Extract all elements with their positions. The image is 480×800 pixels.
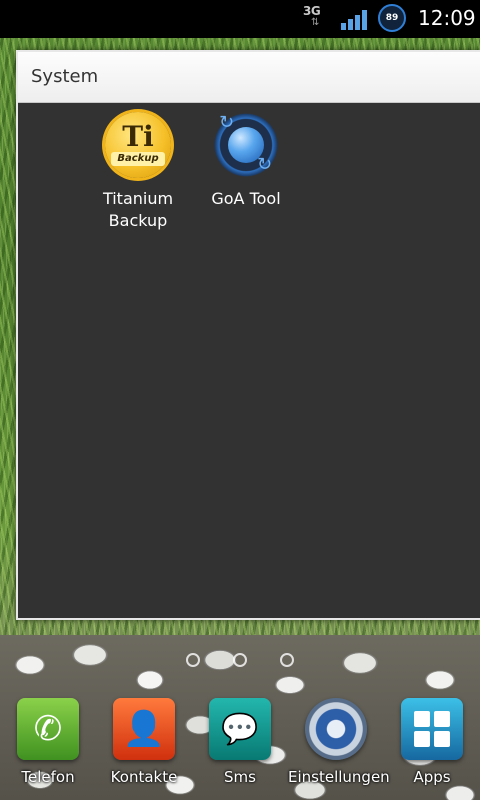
phone-icon[interactable]: ✆: [17, 698, 79, 760]
launcher-dock: ✆ Telefon 👤 Kontakte 💬 Sms Einstellungen…: [0, 690, 480, 800]
dock-item-sms[interactable]: 💬 Sms: [192, 698, 288, 786]
settings-icon[interactable]: [305, 698, 367, 760]
battery-level: 89: [385, 13, 399, 23]
status-bar[interactable]: 3G ⇅ 89 12:09: [0, 0, 480, 38]
app-label: Titanium Backup: [102, 189, 174, 230]
status-clock: 12:09: [418, 6, 476, 30]
dock-item-telefon[interactable]: ✆ Telefon: [0, 698, 96, 786]
apps-grid-icon[interactable]: [401, 698, 463, 760]
sms-icon[interactable]: 💬: [209, 698, 271, 760]
folder-title[interactable]: System: [31, 66, 98, 87]
app-label: GoA Tool: [211, 189, 281, 208]
titanium-badge-sub: Backup: [111, 152, 165, 166]
dock-label: Apps: [413, 768, 451, 786]
dock-label: Kontakte: [110, 768, 178, 786]
dock-item-kontakte[interactable]: 👤 Kontakte: [96, 698, 192, 786]
contact-icon[interactable]: 👤: [113, 698, 175, 760]
titanium-backup-icon[interactable]: Ti Backup: [103, 110, 173, 180]
network-type-label: 3G: [303, 4, 321, 18]
folder-app-goa-tool[interactable]: ↻ ↻ GoA Tool: [191, 110, 301, 210]
dock-label: Telefon: [21, 768, 75, 786]
folder-dialog: System Ti Backup Titanium Backup ↻ ↻ GoA…: [16, 50, 480, 620]
dock-label: Sms: [224, 768, 256, 786]
dock-item-apps[interactable]: Apps: [384, 698, 480, 786]
data-activity-icon: ⇅: [311, 17, 320, 28]
folder-header[interactable]: System: [18, 52, 480, 103]
dock-item-einstellungen[interactable]: Einstellungen: [288, 698, 390, 786]
goa-tool-icon[interactable]: ↻ ↻: [211, 110, 281, 180]
titanium-badge-main: Ti: [122, 120, 154, 153]
refresh-arrow-icon: ↻: [219, 112, 235, 133]
dock-label: Einstellungen: [288, 768, 390, 786]
signal-bars-icon: [341, 8, 367, 30]
battery-icon: 89: [378, 4, 406, 32]
page-indicator: [186, 651, 294, 669]
network-type-indicator: 3G ⇅: [303, 4, 331, 32]
refresh-arrow-icon: ↻: [257, 154, 273, 175]
folder-app-titanium-backup[interactable]: Ti Backup Titanium Backup: [83, 110, 193, 232]
